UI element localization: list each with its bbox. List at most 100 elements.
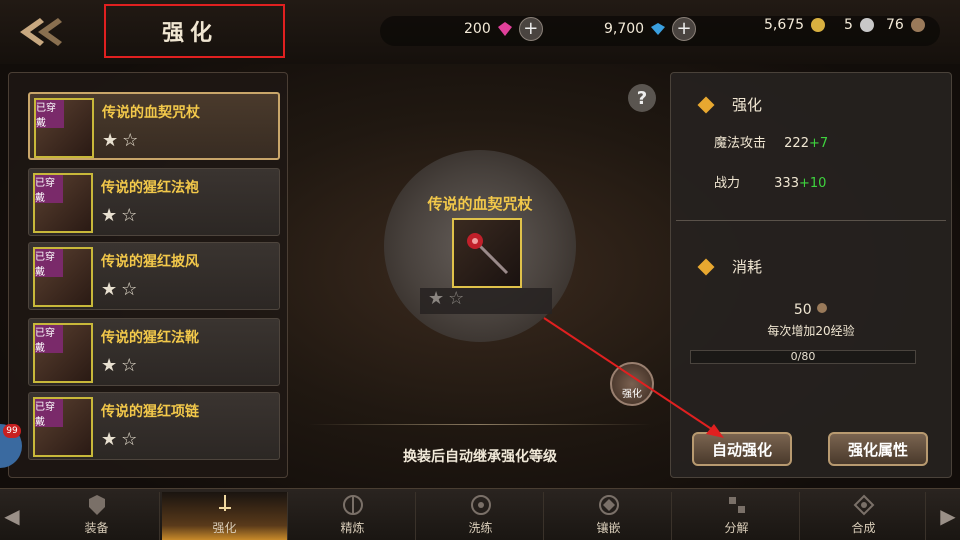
tab-label: 装备	[84, 521, 109, 535]
reforge-icon	[470, 495, 491, 515]
auto-enhance-button[interactable]: 自动强化	[692, 432, 792, 466]
bronze-coin-icon	[817, 303, 828, 313]
item-name: 传说的猩红项链	[101, 404, 199, 420]
tab-compose[interactable]: 合成	[802, 492, 926, 540]
diamond-bullet-icon	[697, 96, 715, 113]
staff-icon: 已穿戴	[34, 98, 94, 158]
enhance-section-header: 强化	[697, 94, 763, 115]
stat-value: 333	[774, 176, 799, 191]
item-stars: ★☆	[101, 205, 142, 226]
selected-item-name: 传说的血契咒杖	[427, 195, 533, 213]
diamond-bullet-icon	[697, 258, 715, 275]
nav-right-arrow[interactable]: ▶	[936, 492, 960, 540]
worn-tag: 已穿戴	[36, 100, 64, 129]
back-button[interactable]	[12, 12, 68, 52]
tab-reforge[interactable]: 洗练	[418, 492, 544, 540]
silver-coin-icon	[859, 18, 874, 32]
equipment-item[interactable]: 已穿戴 传说的猩红法靴 ★☆	[28, 318, 280, 386]
inlay-icon	[598, 495, 619, 515]
tab-label: 精炼	[340, 521, 365, 535]
pink-gem-icon	[497, 22, 512, 36]
stat-label: 战力	[714, 176, 741, 191]
equipment-item[interactable]: 已穿戴 传说的猩红法袍 ★☆	[28, 168, 280, 236]
cost-amount: 50	[676, 302, 946, 318]
xp-progress-text: 0/80	[790, 350, 816, 363]
refine-icon	[342, 495, 363, 515]
notification-badge: 99	[3, 424, 21, 438]
currency-gold: 5,675	[764, 17, 826, 33]
gold-count: 5,675	[764, 17, 805, 33]
necklace-icon: 已穿戴	[33, 397, 93, 457]
tab-decompose[interactable]: 分解	[674, 492, 800, 540]
stat-bonus: +7	[808, 136, 829, 151]
add-gem-button[interactable]: +	[518, 17, 543, 41]
diamond-count: 9,700	[604, 21, 645, 37]
inherit-hint: 换装后自动继承强化等级	[403, 449, 557, 465]
stat-row: 魔法攻击 222+7	[714, 132, 828, 151]
item-stars: ★☆	[101, 279, 142, 300]
item-name: 传说的血契咒杖	[102, 105, 200, 121]
worn-tag: 已穿戴	[35, 325, 63, 354]
tab-label: 合成	[851, 521, 876, 535]
item-name: 传说的猩红披风	[101, 254, 199, 270]
robe-icon: 已穿戴	[33, 173, 93, 233]
equipment-item[interactable]: 已穿戴 传说的血契咒杖 ★☆	[28, 92, 280, 160]
cost-section-title: 消耗	[732, 258, 763, 276]
stat-bonus: +10	[798, 176, 827, 191]
gold-coin-icon	[811, 18, 826, 32]
cape-icon: 已穿戴	[33, 247, 93, 307]
stat-row: 战力 333+10	[714, 172, 826, 191]
page-title: 强化	[162, 21, 219, 46]
page-title-box: 强化	[104, 4, 285, 58]
decompose-icon	[728, 497, 745, 513]
nav-left-arrow[interactable]: ◀	[0, 492, 24, 540]
currency-silver: 5	[844, 17, 875, 33]
cost-note: 每次增加20经验	[767, 324, 855, 338]
cost-section-header: 消耗	[697, 256, 763, 277]
blue-diamond-icon	[651, 23, 666, 35]
worn-tag: 已穿戴	[35, 175, 63, 204]
tab-inlay[interactable]: 镶嵌	[546, 492, 672, 540]
worn-tag: 已穿戴	[35, 399, 63, 428]
selected-item-slot[interactable]	[452, 218, 522, 288]
item-name: 传说的猩红法袍	[101, 180, 199, 196]
boots-icon: 已穿戴	[33, 323, 93, 383]
selected-item-stars: ★☆	[420, 288, 552, 314]
currency-diamonds: 9,700 +	[604, 17, 697, 41]
currency-bronze: 76	[886, 17, 926, 33]
item-stars: ★☆	[101, 429, 142, 450]
equipment-item[interactable]: 已穿戴 传说的猩红项链 ★☆	[28, 392, 280, 460]
stat-value: 222	[784, 136, 809, 151]
item-name: 传说的猩红法靴	[101, 330, 199, 346]
gem-count: 200	[464, 21, 491, 37]
enhance-attributes-button[interactable]: 强化属性	[828, 432, 928, 466]
strengthen-shortcut-label: 强化	[622, 389, 642, 400]
compose-icon	[853, 494, 874, 516]
strengthen-shortcut-button[interactable]: 强化	[610, 362, 654, 406]
tab-strengthen[interactable]: 强化	[162, 492, 288, 540]
item-stars: ★☆	[102, 130, 143, 151]
stat-label: 魔法攻击	[714, 136, 767, 151]
item-stars: ★☆	[101, 355, 142, 376]
worn-tag: 已穿戴	[35, 249, 63, 278]
help-button[interactable]: ?	[628, 84, 656, 112]
currency-gems: 200 +	[464, 17, 543, 41]
staff-icon	[467, 233, 509, 275]
bronze-count: 76	[886, 17, 904, 33]
tab-refine[interactable]: 精炼	[290, 492, 416, 540]
equipment-icon	[88, 495, 105, 515]
sword-icon	[218, 495, 231, 511]
tab-label: 镶嵌	[596, 521, 621, 535]
silver-count: 5	[844, 17, 853, 33]
back-arrow-icon	[20, 18, 62, 46]
bronze-coin-icon	[910, 18, 925, 32]
tab-equipment[interactable]: 装备	[34, 492, 160, 540]
hint-divider	[308, 424, 652, 425]
tab-label: 分解	[724, 521, 749, 535]
equipment-item[interactable]: 已穿戴 传说的猩红披风 ★☆	[28, 242, 280, 310]
tab-label: 强化	[212, 521, 237, 535]
panel-divider	[676, 220, 946, 221]
enhance-section-title: 强化	[732, 96, 763, 114]
cost-value: 50	[793, 302, 812, 318]
add-diamond-button[interactable]: +	[672, 17, 697, 41]
